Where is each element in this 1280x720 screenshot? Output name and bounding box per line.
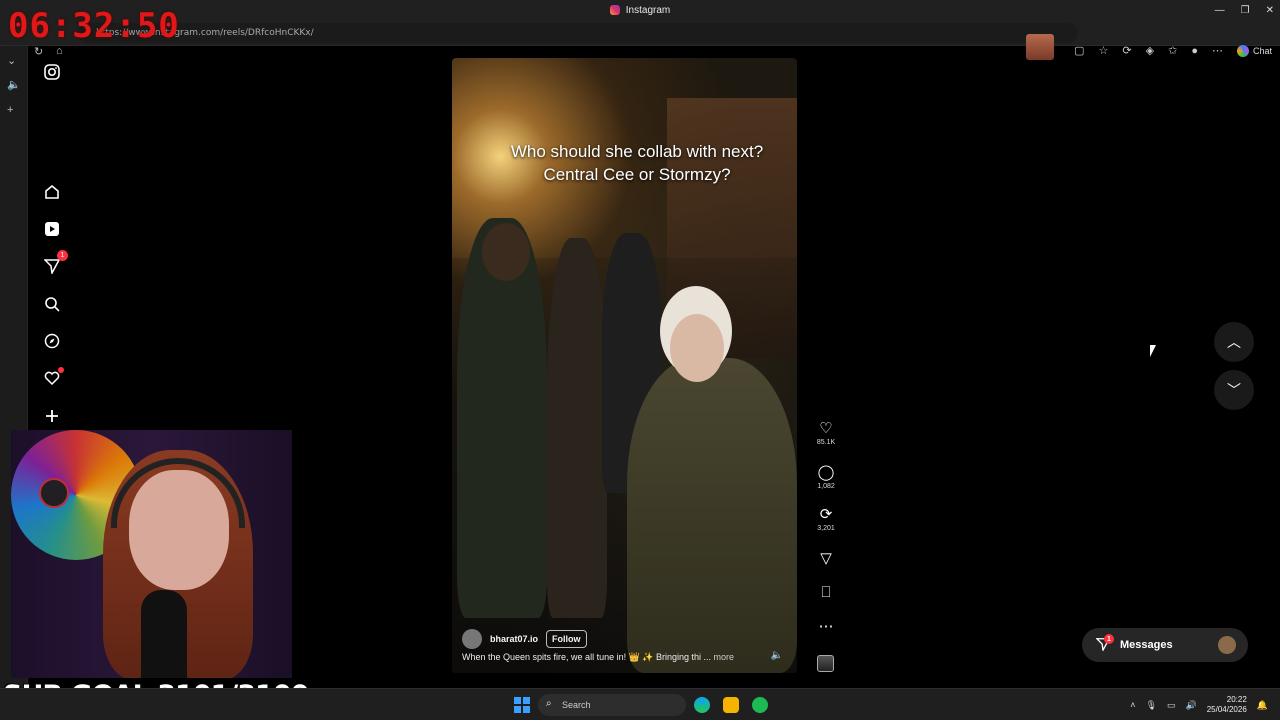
copilot-icon (1236, 44, 1249, 57)
address-bar: ↻ ⌂ https://www.instagram.com/reels/DRfc… (0, 20, 1280, 58)
heart-icon: ♡ (819, 420, 833, 437)
file-explorer-icon[interactable] (723, 697, 739, 713)
create-post-icon[interactable] (42, 406, 62, 426)
window-controls: — ❐ ✕ (1215, 0, 1274, 20)
windows-taskbar: ⌕ Search ˄ 🎙 ▭ 🔊 20:22 25/04/2026 🔔 (0, 688, 1280, 720)
reel-description: When the Queen spits fire, we all tune i… (462, 652, 752, 663)
minimize-icon[interactable]: — (1215, 5, 1225, 16)
taskbar-search[interactable]: ⌕ Search (538, 694, 686, 716)
window-title: Instagram (625, 4, 671, 16)
comment-button[interactable]: ◯ 1,082 (813, 464, 839, 490)
comment-count: 1,082 (817, 483, 835, 490)
webcam-overlay (11, 430, 292, 678)
search-nav-icon[interactable] (42, 294, 62, 314)
repost-button[interactable]: ⟳ 3,201 (813, 506, 839, 532)
instagram-logo-icon[interactable] (42, 62, 62, 82)
reel-caption-overlay: Who should she collab with next? Central… (492, 140, 782, 186)
home-nav-icon[interactable] (42, 182, 62, 202)
like-count: 85.1K (816, 439, 836, 446)
repost-icon: ⟳ (819, 506, 833, 523)
browser-toolbar: ▢ ☆ ⟳ ◈ ✩ ● ⋯ Chat (1074, 44, 1272, 57)
next-reel-button[interactable]: ﹀ (1214, 370, 1254, 410)
more-options-button[interactable]: ⋯ (813, 618, 839, 636)
clock-time: 20:22 (1226, 695, 1247, 704)
instagram-sidebar: 1 (28, 46, 78, 426)
explore-nav-icon[interactable] (42, 331, 62, 351)
chevron-down-icon: ﹀ (1227, 382, 1241, 398)
comment-icon: ◯ (817, 464, 835, 481)
streamer-avatar-image (1026, 34, 1054, 60)
bookmark-icon: ⎕ (821, 584, 831, 601)
mouse-cursor (1150, 345, 1156, 357)
save-button[interactable]: ⎕ (813, 584, 839, 602)
repost-count: 3,201 (817, 525, 835, 532)
notification-center-icon[interactable]: 🔔 (1257, 700, 1268, 711)
instagram-favicon-icon (609, 5, 620, 15)
author-avatar[interactable] (462, 629, 482, 649)
close-icon[interactable]: ✕ (1266, 5, 1274, 16)
more-menu-icon[interactable]: ⋯ (1212, 44, 1223, 57)
clock-date: 25/04/2026 (1206, 705, 1247, 714)
microphone-image (141, 590, 187, 678)
messages-badge: 1 (1104, 634, 1114, 644)
notification-dot (58, 367, 64, 373)
system-tray: ˄ 🎙 ▭ 🔊 20:22 25/04/2026 🔔 (1130, 695, 1268, 715)
search-icon: ⌕ (546, 698, 552, 709)
tray-expand-icon[interactable]: ˄ (1130, 700, 1135, 710)
url-field[interactable]: https://www.instagram.com/reels/DRfcoHnC… (78, 23, 1078, 43)
new-tab-icon[interactable]: + (7, 104, 13, 116)
search-placeholder: Search (562, 700, 591, 710)
window-titlebar: Instagram — ❐ ✕ (0, 0, 1280, 20)
video-person (547, 238, 607, 618)
audio-tab-icon[interactable]: 🔈 (7, 78, 21, 91)
video-queen-face (670, 314, 724, 382)
profile-icon[interactable]: ● (1191, 45, 1198, 57)
spotify-icon[interactable] (752, 697, 768, 713)
messages-avatars (1218, 636, 1236, 654)
notifications-heart-icon[interactable] (42, 367, 64, 388)
screen: Instagram — ❐ ✕ ↻ ⌂ https://www.instagra… (0, 0, 1280, 720)
share-button[interactable]: ▽ (813, 550, 839, 568)
original-audio-thumbnail[interactable] (817, 655, 834, 672)
reels-nav-icon[interactable] (42, 219, 62, 239)
restore-icon[interactable]: ❐ (1241, 5, 1250, 16)
caption-line-1: Who should she collab with next? (510, 142, 764, 161)
follow-button[interactable]: Follow (546, 630, 587, 648)
copilot-chat-button[interactable]: Chat (1236, 44, 1272, 57)
chevron-down-icon[interactable]: ⌄ (7, 54, 16, 67)
like-button[interactable]: ♡ 85.1K (813, 420, 839, 446)
reel-author-row: bharat07.io Follow (462, 629, 587, 649)
chat-label: Chat (1252, 45, 1272, 56)
notification-badge: 1 (57, 250, 68, 261)
wheel-hub (39, 478, 69, 508)
display-tray-icon[interactable]: ▭ (1167, 700, 1176, 711)
description-text: When the Queen spits fire, we all tune i… (462, 652, 712, 662)
volume-tray-icon[interactable]: 🔊 (1186, 700, 1197, 711)
messages-label: Messages (1120, 639, 1173, 651)
caption-line-2: Central Cee or Stormzy? (543, 165, 731, 184)
ellipsis-icon: ⋯ (818, 618, 834, 635)
chevron-up-icon: ︿ (1227, 334, 1241, 350)
mute-toggle-icon[interactable]: 🔈 (771, 650, 783, 661)
favorites-icon[interactable]: ✩ (1168, 44, 1177, 57)
direct-messages-icon[interactable]: 1 (42, 250, 68, 276)
reel-video[interactable]: Who should she collab with next? Central… (452, 58, 797, 673)
share-icon: ▽ (820, 550, 832, 567)
author-username[interactable]: bharat07.io (490, 634, 538, 644)
stream-timer: 06:32:50 (8, 6, 180, 46)
video-person-head (482, 223, 530, 281)
edge-browser-icon[interactable] (694, 697, 710, 713)
favorite-star-icon[interactable]: ☆ (1099, 44, 1109, 57)
previous-reel-button[interactable]: ︿ (1214, 322, 1254, 362)
shopping-icon[interactable]: ◈ (1146, 44, 1154, 57)
start-button-icon[interactable] (514, 697, 530, 713)
clock[interactable]: 20:22 25/04/2026 (1207, 695, 1247, 715)
extensions-icon[interactable]: ⟳ (1122, 44, 1131, 57)
split-screen-icon[interactable]: ▢ (1074, 44, 1084, 57)
messages-button[interactable]: 1 Messages (1082, 628, 1248, 662)
video-queen-coat (627, 358, 797, 673)
more-link[interactable]: more (714, 652, 735, 662)
microphone-tray-icon[interactable]: 🎙 (1146, 700, 1157, 711)
